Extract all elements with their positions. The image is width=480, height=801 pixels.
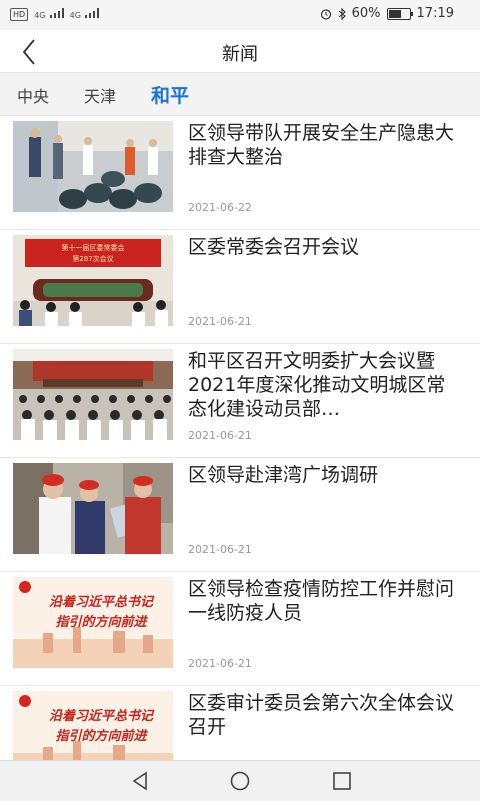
signal-2: 4G <box>69 7 100 22</box>
news-title: 区领导带队开展安全生产隐患大排查大整治 <box>188 122 455 168</box>
signal-1: 4G <box>34 7 64 22</box>
signal-bars-icon <box>49 8 64 18</box>
back-triangle-icon <box>132 771 147 791</box>
banner-line-1: 第十一届区委常委会 <box>62 243 125 252</box>
news-date: 2021-06-22 <box>188 201 252 214</box>
news-thumbnail <box>13 349 173 440</box>
tab-tianjin[interactable]: 天津 <box>84 83 116 107</box>
poster-line-1: 沿着习近平总书记 <box>49 594 155 610</box>
navbar: 新闻 <box>0 30 480 73</box>
news-title: 和平区召开文明委扩大会议暨2021年度深化推动文明城区常态化建设动员部… <box>188 350 446 420</box>
poster-line-2: 指引的方向前进 <box>55 728 148 744</box>
news-item[interactable]: 区领导赴津湾广场调研 2021-06-21 <box>0 458 480 572</box>
news-item[interactable]: 第十一届区委常委会 第287次会议 区委常委会召开会议 2021-06-21 <box>0 230 480 344</box>
meeting-photo: 第十一届区委常委会 第287次会议 <box>13 235 173 326</box>
news-date: 2021-06-21 <box>188 315 252 328</box>
news-item[interactable]: 沿着习近平总书记 指引的方向前进 区领导检查疫情防控工作并慰问一线防疫人员 20… <box>0 572 480 686</box>
poster-line-1: 沿着习近平总书记 <box>49 708 155 724</box>
home-circle-icon <box>230 771 250 791</box>
news-date: 2021-06-21 <box>188 543 252 556</box>
battery-icon <box>386 7 413 20</box>
signal-bars-icon <box>85 8 100 18</box>
news-title: 区委常委会召开会议 <box>188 236 360 258</box>
party-emblem-icon <box>19 695 31 707</box>
news-thumbnail <box>13 463 173 554</box>
slogan-poster: 沿着习近平总书记 指引的方向前进 <box>13 577 173 668</box>
battery-tip <box>410 11 413 16</box>
battery-percent: 60% <box>351 6 381 21</box>
hd-badge: HD <box>10 8 29 21</box>
news-thumbnail: 沿着习近平总书记 指引的方向前进 <box>13 691 173 760</box>
signal-label-2: 4G <box>69 11 81 20</box>
recents-square-icon <box>333 772 351 790</box>
news-item[interactable]: 和平区召开文明委扩大会议暨2021年度深化推动文明城区常态化建设动员部… 202… <box>0 344 480 458</box>
clock: 17:19 <box>416 6 454 21</box>
inspection-photo <box>13 121 173 212</box>
status-right: 60% 17:19 <box>320 6 454 21</box>
system-nav-bar <box>0 760 480 801</box>
news-date: 2021-06-21 <box>188 429 252 442</box>
system-back-button[interactable] <box>128 769 152 793</box>
news-title: 区委审计委员会第六次全体会议召开 <box>188 692 455 738</box>
tab-heping[interactable]: 和平 <box>151 81 189 108</box>
site-survey-photo <box>13 463 173 554</box>
system-recents-button[interactable] <box>330 769 354 793</box>
page-title: 新闻 <box>222 44 258 65</box>
news-item[interactable]: 沿着习近平总书记 指引的方向前进 区委审计委员会第六次全体会议召开 <box>0 686 480 760</box>
news-title: 区领导检查疫情防控工作并慰问一线防疫人员 <box>188 578 455 624</box>
system-home-button[interactable] <box>228 769 252 793</box>
news-thumbnail <box>13 121 173 212</box>
status-bar: HD 4G 4G 60% 17:19 <box>0 0 480 30</box>
bluetooth-icon <box>338 7 346 20</box>
auditorium-photo <box>13 349 173 440</box>
news-thumbnail: 第十一届区委常委会 第287次会议 <box>13 235 173 326</box>
poster-line-2: 指引的方向前进 <box>55 614 148 630</box>
alarm-icon <box>320 8 331 20</box>
news-date: 2021-06-21 <box>188 657 252 670</box>
tab-bar: 中央 天津 和平 <box>0 73 480 116</box>
banner-line-2: 第287次会议 <box>72 254 113 263</box>
signal-label-1: 4G <box>34 11 46 20</box>
slogan-poster: 沿着习近平总书记 指引的方向前进 <box>13 691 173 760</box>
news-title: 区领导赴津湾广场调研 <box>188 464 379 486</box>
news-list: 区领导带队开展安全生产隐患大排查大整治 2021-06-22 第十一届区委常委会… <box>0 116 480 760</box>
tab-central[interactable]: 中央 <box>17 83 49 107</box>
party-emblem-icon <box>19 581 31 593</box>
status-left: HD 4G 4G <box>10 7 100 22</box>
news-item[interactable]: 区领导带队开展安全生产隐患大排查大整治 2021-06-22 <box>0 116 480 230</box>
news-thumbnail: 沿着习近平总书记 指引的方向前进 <box>13 577 173 668</box>
battery-fill <box>388 9 401 18</box>
